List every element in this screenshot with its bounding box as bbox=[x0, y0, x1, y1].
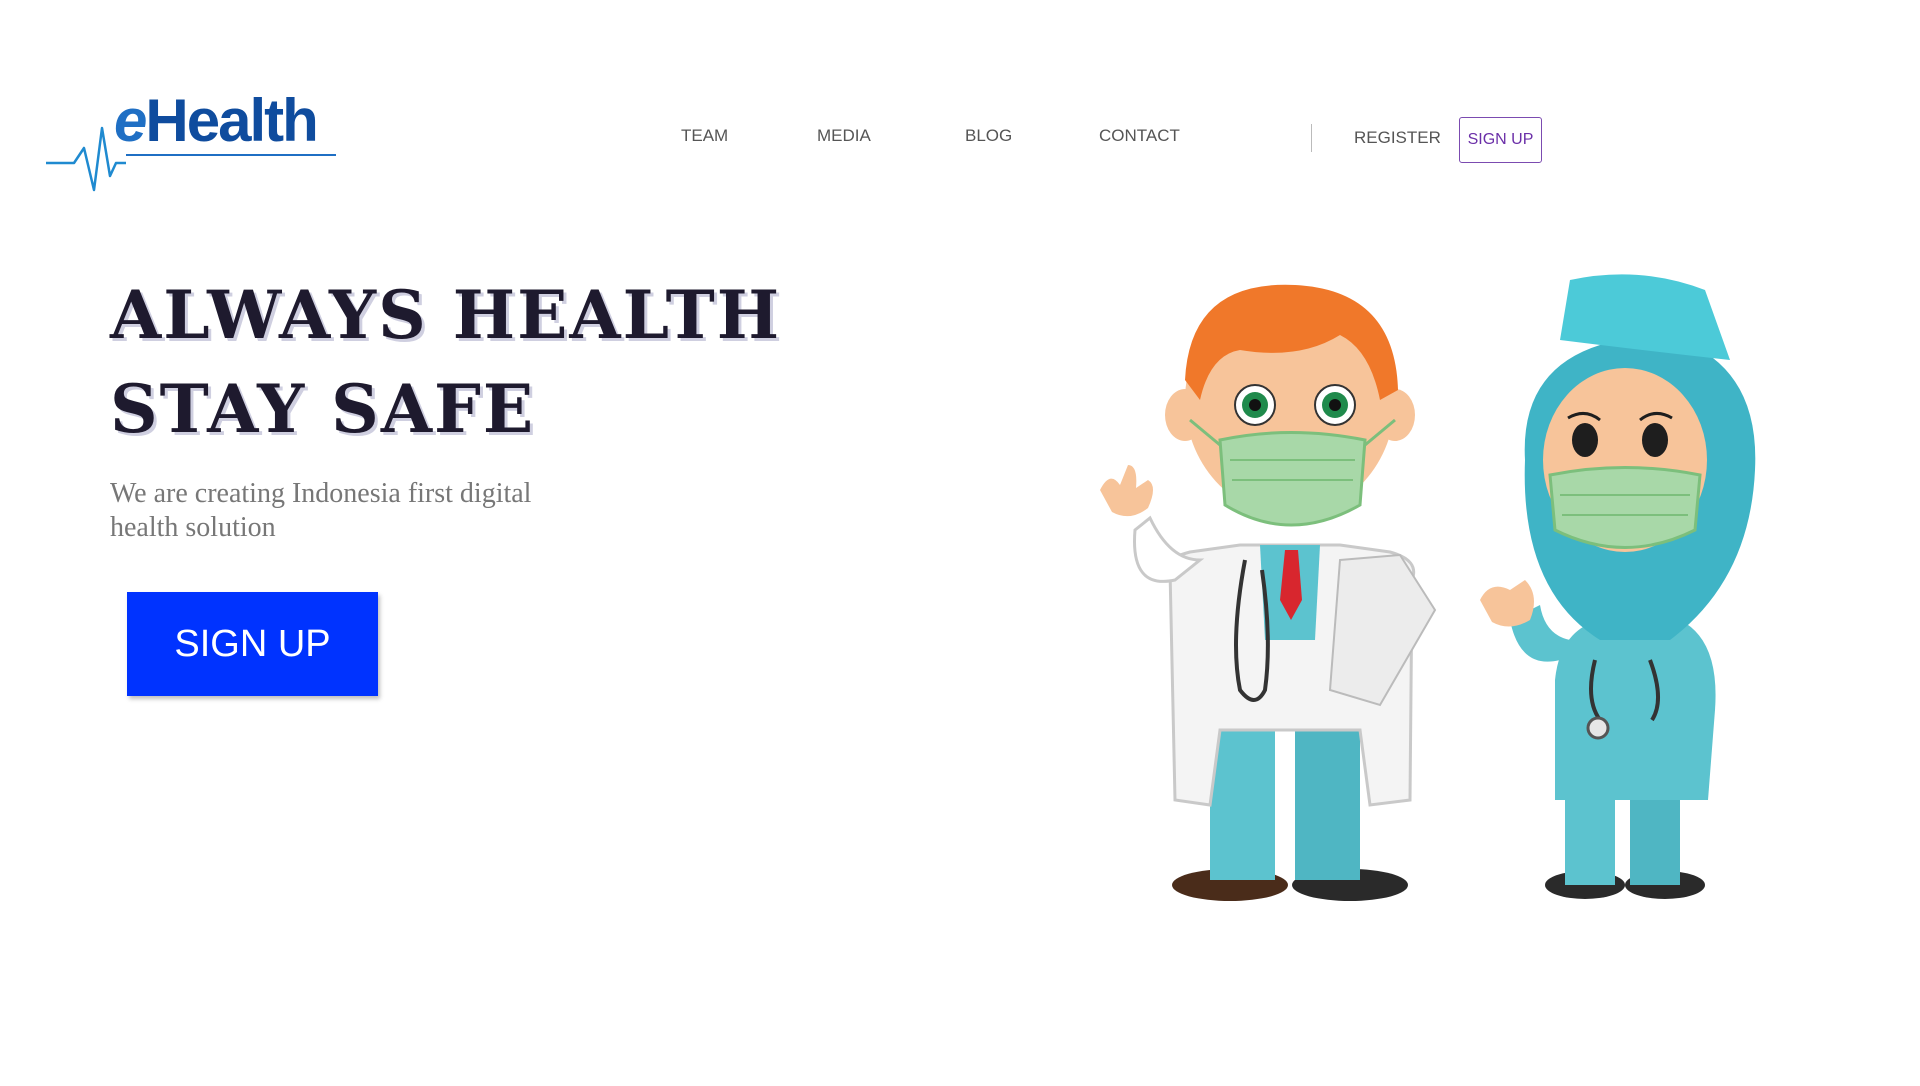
nurse-illustration bbox=[1480, 274, 1756, 899]
doctors-illustration bbox=[1040, 260, 1760, 920]
logo-wordmark: eHealth bbox=[114, 87, 319, 154]
hero-signup-button[interactable]: SIGN UP bbox=[127, 592, 378, 696]
nav-contact[interactable]: CONTACT bbox=[1099, 126, 1180, 146]
nav-blog[interactable]: BLOG bbox=[965, 126, 1012, 146]
nav-signup-button[interactable]: SIGN UP bbox=[1459, 117, 1542, 163]
hero-subtitle: We are creating Indonesia first digital … bbox=[110, 478, 532, 543]
hero-title-line1: ALWAYS HEALTH bbox=[110, 276, 782, 354]
nav-media[interactable]: MEDIA bbox=[817, 126, 871, 146]
nav-register[interactable]: REGISTER bbox=[1354, 128, 1441, 148]
doctor-illustration bbox=[1100, 284, 1437, 901]
logo-e: e bbox=[114, 87, 147, 154]
nav-team[interactable]: TEAM bbox=[681, 126, 728, 146]
nav-divider bbox=[1311, 124, 1312, 152]
hero-title: ALWAYS HEALTH STAY SAFE bbox=[110, 268, 781, 456]
ehealth-logo[interactable]: eHealth bbox=[44, 88, 344, 208]
logo-health: Health bbox=[145, 87, 318, 154]
hero-title-line2: STAY SAFE bbox=[110, 370, 536, 448]
